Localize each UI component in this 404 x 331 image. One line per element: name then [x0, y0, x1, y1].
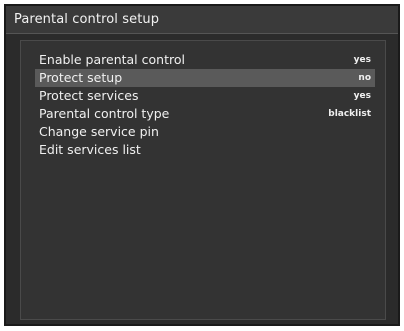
menu-item-protect-services[interactable]: Protect services yes	[35, 87, 375, 105]
title-bar: Parental control setup	[6, 6, 398, 34]
window-title: Parental control setup	[14, 12, 160, 27]
menu-item-change-service-pin[interactable]: Change service pin	[35, 123, 375, 141]
menu-item-parental-control-type[interactable]: Parental control type blacklist	[35, 105, 375, 123]
menu-item-value: no	[358, 73, 371, 83]
menu-item-edit-services-list[interactable]: Edit services list	[35, 141, 375, 159]
menu-item-label: Parental control type	[39, 106, 170, 121]
menu-item-protect-setup[interactable]: Protect setup no	[35, 69, 375, 87]
menu-item-value: yes	[353, 91, 371, 101]
menu-item-value: yes	[353, 55, 371, 65]
menu-item-label: Change service pin	[39, 124, 159, 139]
settings-menu: Enable parental control yes Protect setu…	[35, 51, 375, 159]
menu-item-label: Protect setup	[39, 70, 123, 85]
menu-item-label: Edit services list	[39, 142, 141, 157]
parental-control-window: Parental control setup Enable parental c…	[4, 4, 400, 326]
menu-item-enable-parental-control[interactable]: Enable parental control yes	[35, 51, 375, 69]
settings-panel: Enable parental control yes Protect setu…	[20, 40, 386, 320]
menu-item-label: Enable parental control	[39, 52, 185, 67]
menu-item-value: blacklist	[328, 109, 371, 119]
menu-item-label: Protect services	[39, 88, 139, 103]
